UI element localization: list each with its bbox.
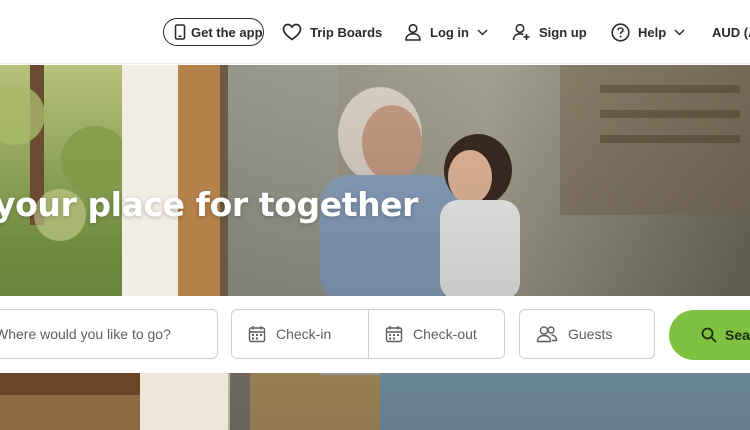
currency-label: AUD (A — [712, 24, 750, 40]
search-button[interactable]: Search — [669, 310, 750, 360]
destination-input[interactable] — [0, 310, 217, 358]
help-label: Help — [638, 24, 667, 40]
check-out-label: Check-out — [413, 326, 477, 342]
heart-icon — [282, 23, 302, 41]
hero-banner: your place for together Check-in — [0, 65, 750, 430]
get-the-app-button[interactable]: Get the app — [163, 18, 264, 46]
signup-link[interactable]: Sign up — [512, 18, 587, 46]
check-in-label: Check-in — [276, 326, 332, 342]
trip-boards-link[interactable]: Trip Boards — [282, 18, 382, 46]
login-label: Log in — [430, 24, 469, 40]
currency-selector[interactable]: AUD (A — [712, 18, 750, 46]
calendar-icon — [248, 326, 266, 343]
destination-field[interactable] — [0, 309, 218, 359]
hero-image — [0, 65, 750, 430]
hero-title: your place for together — [0, 185, 419, 224]
signup-label: Sign up — [539, 24, 587, 40]
chevron-down-icon — [477, 28, 488, 36]
users-icon — [536, 326, 558, 343]
calendar-icon — [385, 326, 403, 343]
trip-boards-label: Trip Boards — [310, 24, 383, 40]
help-menu[interactable]: Help — [611, 18, 685, 46]
check-in-field[interactable]: Check-in — [231, 309, 369, 359]
check-out-field[interactable]: Check-out — [368, 309, 505, 359]
phone-icon — [174, 24, 186, 40]
login-menu[interactable]: Log in — [404, 18, 488, 46]
get-the-app-label: Get the app — [191, 24, 263, 40]
search-button-label: Search — [725, 327, 750, 343]
guests-field[interactable]: Guests — [519, 309, 655, 359]
chevron-down-icon — [674, 28, 685, 36]
top-navigation: Get the app Trip Boards Log in Sign up H… — [0, 0, 750, 64]
search-bar: Check-in Check-out Guests — [0, 296, 750, 373]
user-icon — [405, 23, 421, 41]
user-plus-icon — [512, 23, 530, 41]
question-circle-icon — [611, 22, 630, 42]
search-icon — [701, 327, 717, 343]
guests-label: Guests — [568, 326, 613, 342]
